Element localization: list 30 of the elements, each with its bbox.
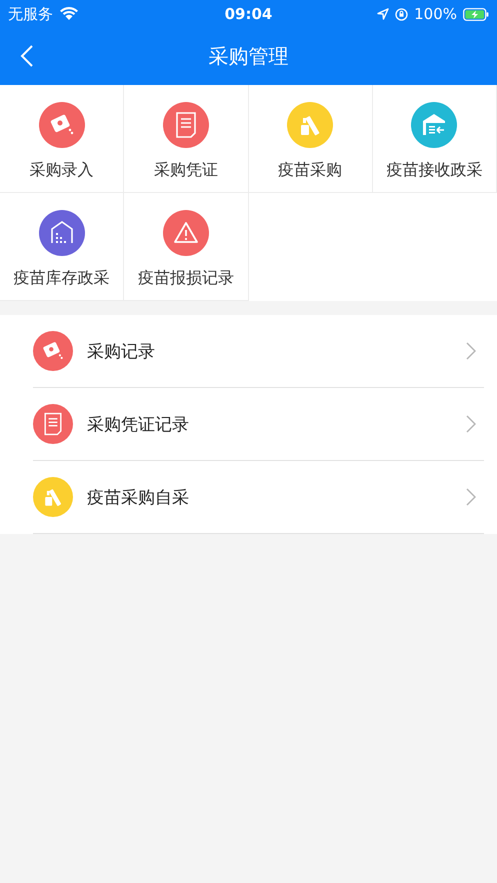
menu-tile[interactable]: 疫苗报损记录 [124,193,248,301]
carrier-text: 无服务 [8,4,53,24]
menu-tile[interactable]: 疫苗库存政采 [0,193,124,301]
battery-text: 100% [414,5,457,23]
menu-tile-label: 采购录入 [30,160,94,181]
page-title: 采购管理 [208,43,288,70]
clock-text: 09:04 [224,5,272,23]
menu-tile[interactable]: 采购凭证 [124,85,248,193]
list-item-label: 采购记录 [87,340,156,362]
menu-tile-label: 疫苗采购 [278,160,342,181]
back-icon[interactable] [20,44,34,68]
location-icon [377,8,390,20]
wifi-icon [59,7,79,21]
list-item-label: 采购凭证记录 [87,414,190,436]
list-item[interactable]: 采购记录 [33,315,484,388]
menu-tile-label: 疫苗库存政采 [14,268,110,289]
list-item[interactable]: 采购凭证记录 [33,388,484,461]
chevron-right-icon [466,415,476,433]
chevron-right-icon [466,342,476,360]
menu-tile-label: 疫苗接收政采 [386,160,482,181]
rotation-lock-icon [395,8,408,20]
battery-charging-icon [463,8,489,20]
list-item[interactable]: 疫苗采购自采 [33,461,484,534]
menu-tile[interactable]: 疫苗采购 [248,85,373,193]
chevron-right-icon [466,488,476,506]
menu-tile[interactable]: 疫苗接收政采 [372,85,497,193]
menu-tile[interactable]: 采购录入 [0,85,124,193]
menu-tile-label: 采购凭证 [154,160,218,181]
menu-tile-label: 疫苗报损记录 [138,268,234,289]
list-item-label: 疫苗采购自采 [87,486,190,508]
